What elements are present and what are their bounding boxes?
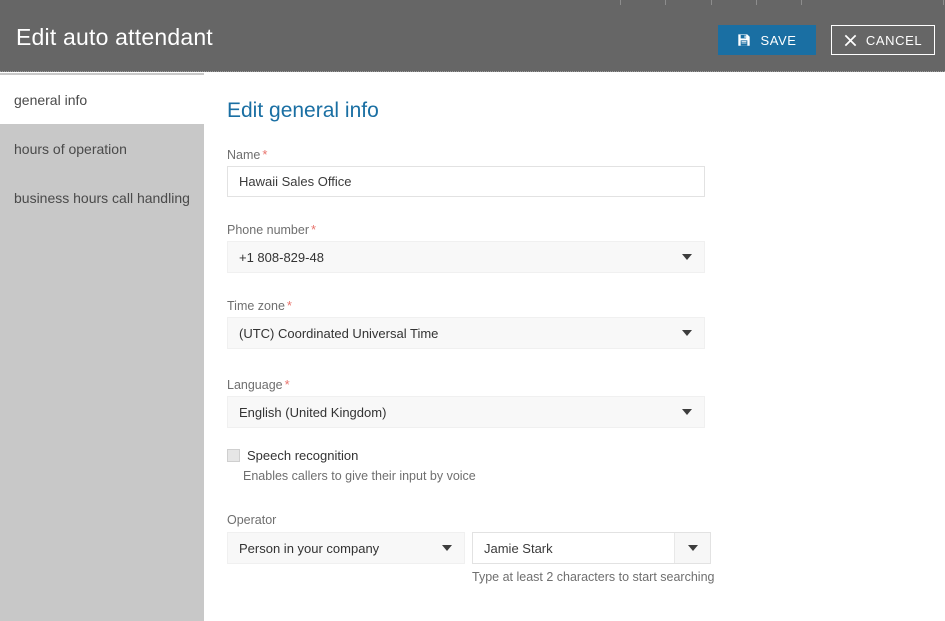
close-x-icon	[844, 34, 857, 47]
speech-recognition-label: Speech recognition	[247, 448, 359, 463]
sidebar-nav: general info hours of operation business…	[0, 73, 204, 621]
section-title: Edit general info	[227, 99, 379, 122]
required-asterisk: *	[284, 377, 290, 392]
language-label-text: Language	[227, 378, 283, 392]
chevron-down-icon	[682, 254, 692, 260]
sidebar-item-label: general info	[14, 91, 88, 108]
page-title: Edit auto attendant	[16, 24, 213, 50]
chevron-down-icon	[682, 330, 692, 336]
time-zone-field-label: Time zone *	[227, 298, 292, 313]
required-asterisk: *	[262, 147, 268, 162]
time-zone-dropdown[interactable]: (UTC) Coordinated Universal Time	[227, 317, 705, 349]
name-label-text: Name	[227, 148, 261, 162]
cancel-button-label: CANCEL	[865, 32, 923, 48]
chevron-down-icon	[682, 409, 692, 415]
phone-number-field-label: Phone number *	[227, 222, 316, 237]
main-content-panel: Edit general info Name * Hawaii Sales Off…	[204, 73, 945, 621]
operator-label-text: Operator	[227, 513, 277, 527]
chevron-down-icon	[442, 545, 452, 551]
speech-recognition-checkbox-row[interactable]: Speech recognition	[227, 448, 358, 463]
name-field-label: Name *	[227, 147, 267, 162]
sidebar-item-label: hours of operation	[14, 140, 127, 157]
name-input[interactable]: Hawaii Sales Office	[227, 166, 705, 197]
save-floppy-icon	[737, 33, 751, 47]
cancel-button[interactable]: CANCEL	[831, 25, 935, 55]
time-zone-value: (UTC) Coordinated Universal Time	[239, 325, 439, 341]
speech-recognition-help-text: Enables callers to give their input by v…	[243, 469, 476, 483]
operator-field-label: Operator	[227, 513, 276, 527]
phone-number-label-text: Phone number	[227, 223, 310, 237]
language-value: English (United Kingdom)	[239, 404, 387, 420]
language-field-label: Language *	[227, 377, 290, 392]
operator-person-dropdown-button[interactable]	[674, 533, 710, 563]
operator-person-value: Jamie Stark	[484, 540, 553, 556]
sidebar-item-hours-of-operation[interactable]: hours of operation	[0, 124, 204, 173]
required-asterisk: *	[311, 222, 317, 237]
save-button-label: SAVE	[760, 32, 797, 48]
app-header: Edit auto attendant SAVE CANCEL	[0, 0, 945, 72]
phone-number-dropdown[interactable]: +1 808-829-48	[227, 241, 705, 273]
name-input-value: Hawaii Sales Office	[239, 174, 352, 189]
sidebar-item-label: business hours call handling	[14, 189, 190, 206]
operator-type-value: Person in your company	[239, 540, 380, 556]
time-zone-label-text: Time zone	[227, 299, 285, 313]
language-dropdown[interactable]: English (United Kingdom)	[227, 396, 705, 428]
required-asterisk: *	[286, 298, 292, 313]
operator-type-dropdown[interactable]: Person in your company	[227, 532, 465, 564]
sidebar-item-general-info[interactable]: general info	[0, 75, 204, 124]
phone-number-value: +1 808-829-48	[239, 249, 324, 265]
sidebar-item-business-hours-call-handling[interactable]: business hours call handling	[0, 173, 204, 222]
save-button[interactable]: SAVE	[718, 25, 816, 55]
operator-help-text: Type at least 2 characters to start sear…	[472, 570, 715, 584]
speech-recognition-checkbox[interactable]	[227, 449, 240, 462]
operator-person-combobox[interactable]: Jamie Stark	[472, 532, 711, 564]
header-top-divider-ticks	[0, 0, 945, 5]
chevron-down-icon	[687, 545, 698, 551]
